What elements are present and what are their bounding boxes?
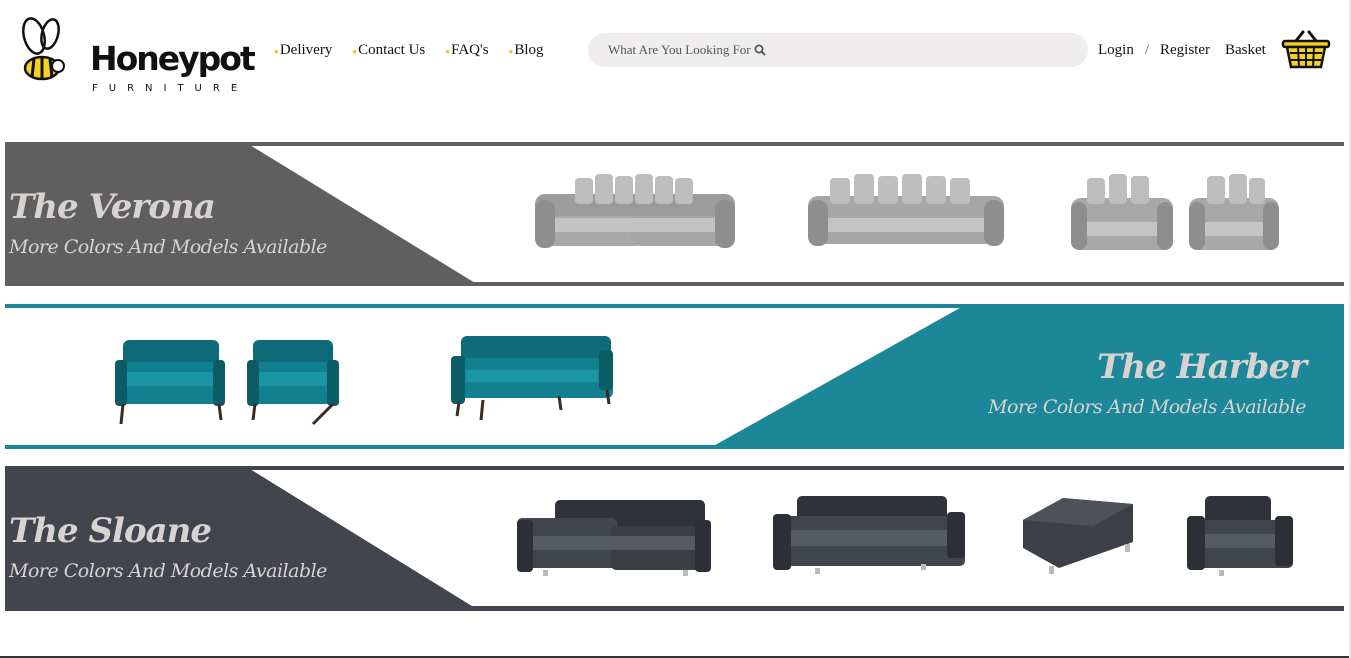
- account-separator: /: [1144, 42, 1150, 58]
- teal-sofa-set-image: [115, 340, 339, 426]
- banner-harber[interactable]: The Harber More Colors And Models Availa…: [5, 304, 1344, 449]
- nav-label: Delivery: [279, 42, 333, 58]
- banner-sloane[interactable]: The Sloane More Colors And Models Availa…: [5, 466, 1344, 611]
- search-icon[interactable]: [754, 44, 766, 56]
- brand-name: Honeypot: [90, 39, 256, 78]
- honeypot-logo[interactable]: Honeypot FURNITURE: [20, 14, 256, 94]
- grey-corner-sofa-image: [808, 174, 1004, 246]
- bullet-icon: ●: [445, 47, 451, 56]
- banner-subtitle: More Colors And Models Available: [988, 396, 1306, 418]
- nav-label: FAQ's: [451, 42, 489, 58]
- site-header: Honeypot FURNITURE ● Delivery ● Contact Us…: [0, 0, 1351, 100]
- teal-four-seater-sofa-image: [451, 336, 613, 421]
- register-link[interactable]: Register: [1160, 41, 1210, 59]
- nav-delivery[interactable]: ● Delivery: [274, 41, 332, 61]
- search-input[interactable]: What Are You Looking For: [588, 33, 1088, 67]
- search-placeholder: What Are You Looking For: [608, 42, 751, 57]
- bee-icon: [22, 17, 65, 81]
- nav-faqs[interactable]: ● FAQ's: [445, 41, 488, 61]
- bullet-icon: ●: [508, 47, 514, 56]
- bullet-icon: ●: [274, 47, 279, 56]
- bullet-icon: ●: [352, 47, 358, 56]
- nav-label: Contact Us: [358, 42, 426, 58]
- grey-corner-sofa-image: [535, 174, 735, 248]
- banner-title: The Harber: [1097, 347, 1307, 387]
- login-link[interactable]: Login: [1098, 41, 1134, 59]
- banner-verona[interactable]: The Verona More Colors And Models Availa…: [5, 142, 1344, 286]
- dark-footstool-image: [1023, 498, 1133, 574]
- dark-armchair-image: [1187, 496, 1293, 576]
- basket-link[interactable]: Basket: [1225, 41, 1266, 59]
- dark-four-seater-sofa-image: [773, 496, 965, 574]
- dark-corner-sofa-image: [517, 500, 711, 576]
- nav-contact-us[interactable]: ● Contact Us: [352, 41, 425, 61]
- banner-subtitle: More Colors And Models Available: [9, 560, 327, 582]
- account-links: Login / Register: [1098, 41, 1210, 59]
- basket-icon[interactable]: [1281, 30, 1331, 70]
- grey-sofa-set-image: [1071, 174, 1279, 250]
- banner-subtitle: More Colors And Models Available: [9, 236, 327, 258]
- banner-title: The Verona: [9, 187, 216, 227]
- main-nav: ● Delivery ● Contact Us ● FAQ's ● Blog: [274, 41, 544, 61]
- nav-blog[interactable]: ● Blog: [509, 41, 544, 61]
- brand-tagline: FURNITURE: [92, 83, 249, 94]
- banner-title: The Sloane: [9, 511, 212, 551]
- nav-label: Blog: [514, 42, 544, 58]
